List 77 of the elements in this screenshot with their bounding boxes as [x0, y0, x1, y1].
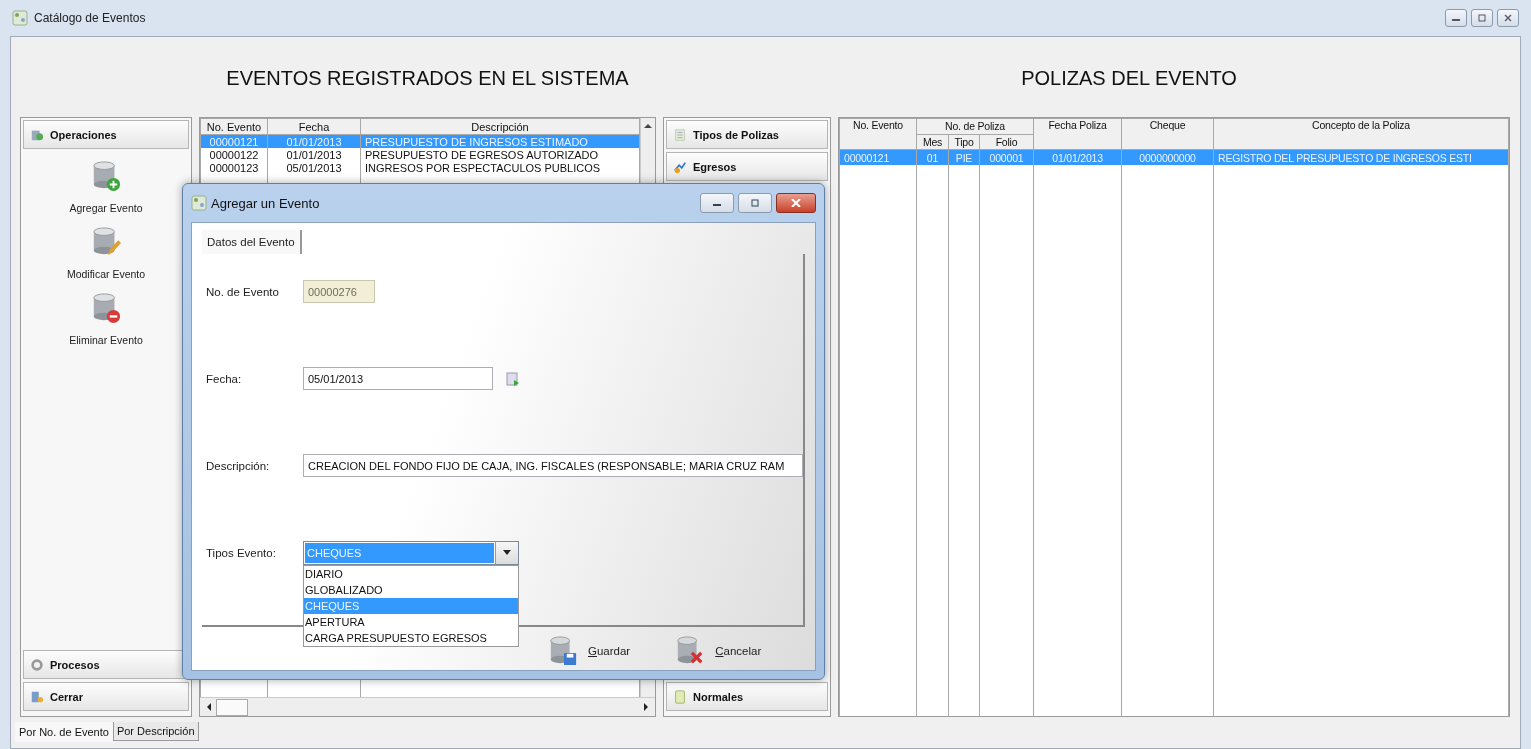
- field-label: Fecha:: [206, 372, 243, 385]
- save-button[interactable]: Guardar: [548, 634, 631, 667]
- table-cell: 01: [926, 151, 939, 164]
- table-cell: 0000000000: [1139, 151, 1196, 164]
- poliza-type-button[interactable]: Egresos: [666, 152, 828, 181]
- sidebar-action[interactable]: Eliminar Evento: [69, 292, 143, 346]
- scroll-right-icon: [643, 703, 649, 711]
- field-label: No. de Evento: [206, 285, 280, 298]
- table-cell: 00000121: [844, 151, 890, 164]
- sidebar-section-button[interactable]: Cerrar: [23, 682, 189, 711]
- minimize-button[interactable]: [700, 193, 734, 213]
- scroll-left-icon: [206, 703, 212, 711]
- table-row[interactable]: 00000123 05/01/2013 INGRESOS POR ESPECTACULOS PUBLICOS: [200, 161, 640, 174]
- table-row[interactable]: 00000122 01/01/2013 PRESUPUESTO DE EGRESOS AUTORIZADO: [200, 148, 640, 161]
- document-icon: [673, 127, 687, 142]
- table-cell: REGISTRO DEL PRESUPUESTO DE INGRESOS ESTI: [1218, 151, 1472, 164]
- close-icon: [1503, 14, 1513, 22]
- dropdown-option[interactable]: DIARIO: [304, 565, 518, 582]
- column-header[interactable]: Cheque: [1121, 118, 1214, 150]
- dialog-title: Agregar un Evento: [211, 195, 320, 211]
- field-label: Tipos Evento:: [206, 546, 277, 559]
- scroll-thumb[interactable]: [216, 698, 248, 716]
- column-header[interactable]: No. de Poliza: [916, 118, 1034, 134]
- column-header[interactable]: Fecha Poliza: [1033, 118, 1122, 150]
- horizontal-scrollbar[interactable]: [200, 697, 655, 716]
- tab[interactable]: Datos del Evento: [202, 230, 302, 254]
- table-cell: 01/01/2013: [286, 148, 342, 161]
- dropdown-option[interactable]: GLOBALIZADO: [304, 581, 518, 598]
- tab[interactable]: Por No. de Evento: [15, 722, 113, 742]
- table-cell: 01/01/2013: [286, 135, 342, 148]
- input-field[interactable]: 05/01/2013: [303, 367, 493, 390]
- column-header[interactable]: Fecha: [267, 118, 361, 135]
- field-label: Descripción:: [206, 459, 271, 472]
- table-cell: INGRESOS POR ESPECTACULOS PUBLICOS: [365, 161, 601, 174]
- table-cell: 00000122: [209, 148, 259, 161]
- table-cell: 05/01/2013: [286, 161, 342, 174]
- operations-header[interactable]: Operaciones: [23, 120, 189, 149]
- maximize-icon: [1477, 14, 1487, 22]
- table-cell: PRESUPUESTO DE INGRESOS ESTIMADO: [365, 135, 588, 148]
- table-cell: 00000123: [209, 161, 259, 174]
- table-cell: PIE: [955, 151, 973, 164]
- events-heading: EVENTOS REGISTRADOS EN EL SISTEMA: [226, 65, 629, 90]
- cancel-button[interactable]: Cancelar: [675, 634, 762, 667]
- close-icon: [791, 199, 801, 207]
- database-icon: [91, 226, 121, 258]
- database-save-icon: [548, 634, 578, 667]
- database-icon: [91, 160, 121, 192]
- close-button[interactable]: [776, 193, 816, 213]
- table-cell: PRESUPUESTO DE EGRESOS AUTORIZADO: [365, 148, 599, 161]
- column-header[interactable]: Concepto de la Poliza: [1213, 118, 1509, 150]
- note-icon: [673, 689, 687, 704]
- column-header[interactable]: No. Evento: [839, 118, 917, 150]
- dropdown-option[interactable]: APERTURA: [304, 613, 518, 630]
- sidebar-action[interactable]: Modificar Evento: [66, 226, 146, 280]
- database-icon: [91, 292, 121, 324]
- caret-icon: [503, 550, 511, 555]
- calendar-icon[interactable]: [505, 370, 521, 387]
- app-icon: [12, 10, 28, 26]
- chart-icon: [673, 159, 687, 174]
- polizas-heading: POLIZAS DEL EVENTO: [1021, 65, 1237, 90]
- table-cell: 01/01/2013: [1052, 151, 1103, 164]
- table-cell: 00000121: [209, 135, 259, 148]
- poliza-types-header[interactable]: Tipos de Polizas: [666, 120, 828, 149]
- poliza-type-button[interactable]: Normales: [666, 682, 828, 711]
- window-title: Catálogo de Eventos: [34, 11, 146, 25]
- scroll-up-icon: [644, 123, 652, 129]
- maximize-icon: [750, 199, 760, 207]
- table-cell: 000001: [989, 151, 1024, 164]
- column-header[interactable]: No. Evento: [200, 118, 268, 135]
- column-header[interactable]: Descripción: [360, 118, 640, 135]
- minimize-button[interactable]: [1445, 9, 1467, 27]
- sidebar-action[interactable]: Agregar Evento: [69, 160, 143, 214]
- input-field[interactable]: CREACION DEL FONDO FIJO DE CAJA, ING. FISCALES (RESPONSABLE; MARIA CRUZ RAM: [303, 454, 803, 477]
- dropdown-option[interactable]: CARGA PRESUPUESTO EGRESOS: [304, 629, 518, 646]
- tab[interactable]: Por Descripción: [112, 722, 199, 741]
- close-button[interactable]: [1497, 9, 1519, 27]
- app-icon: [191, 195, 207, 211]
